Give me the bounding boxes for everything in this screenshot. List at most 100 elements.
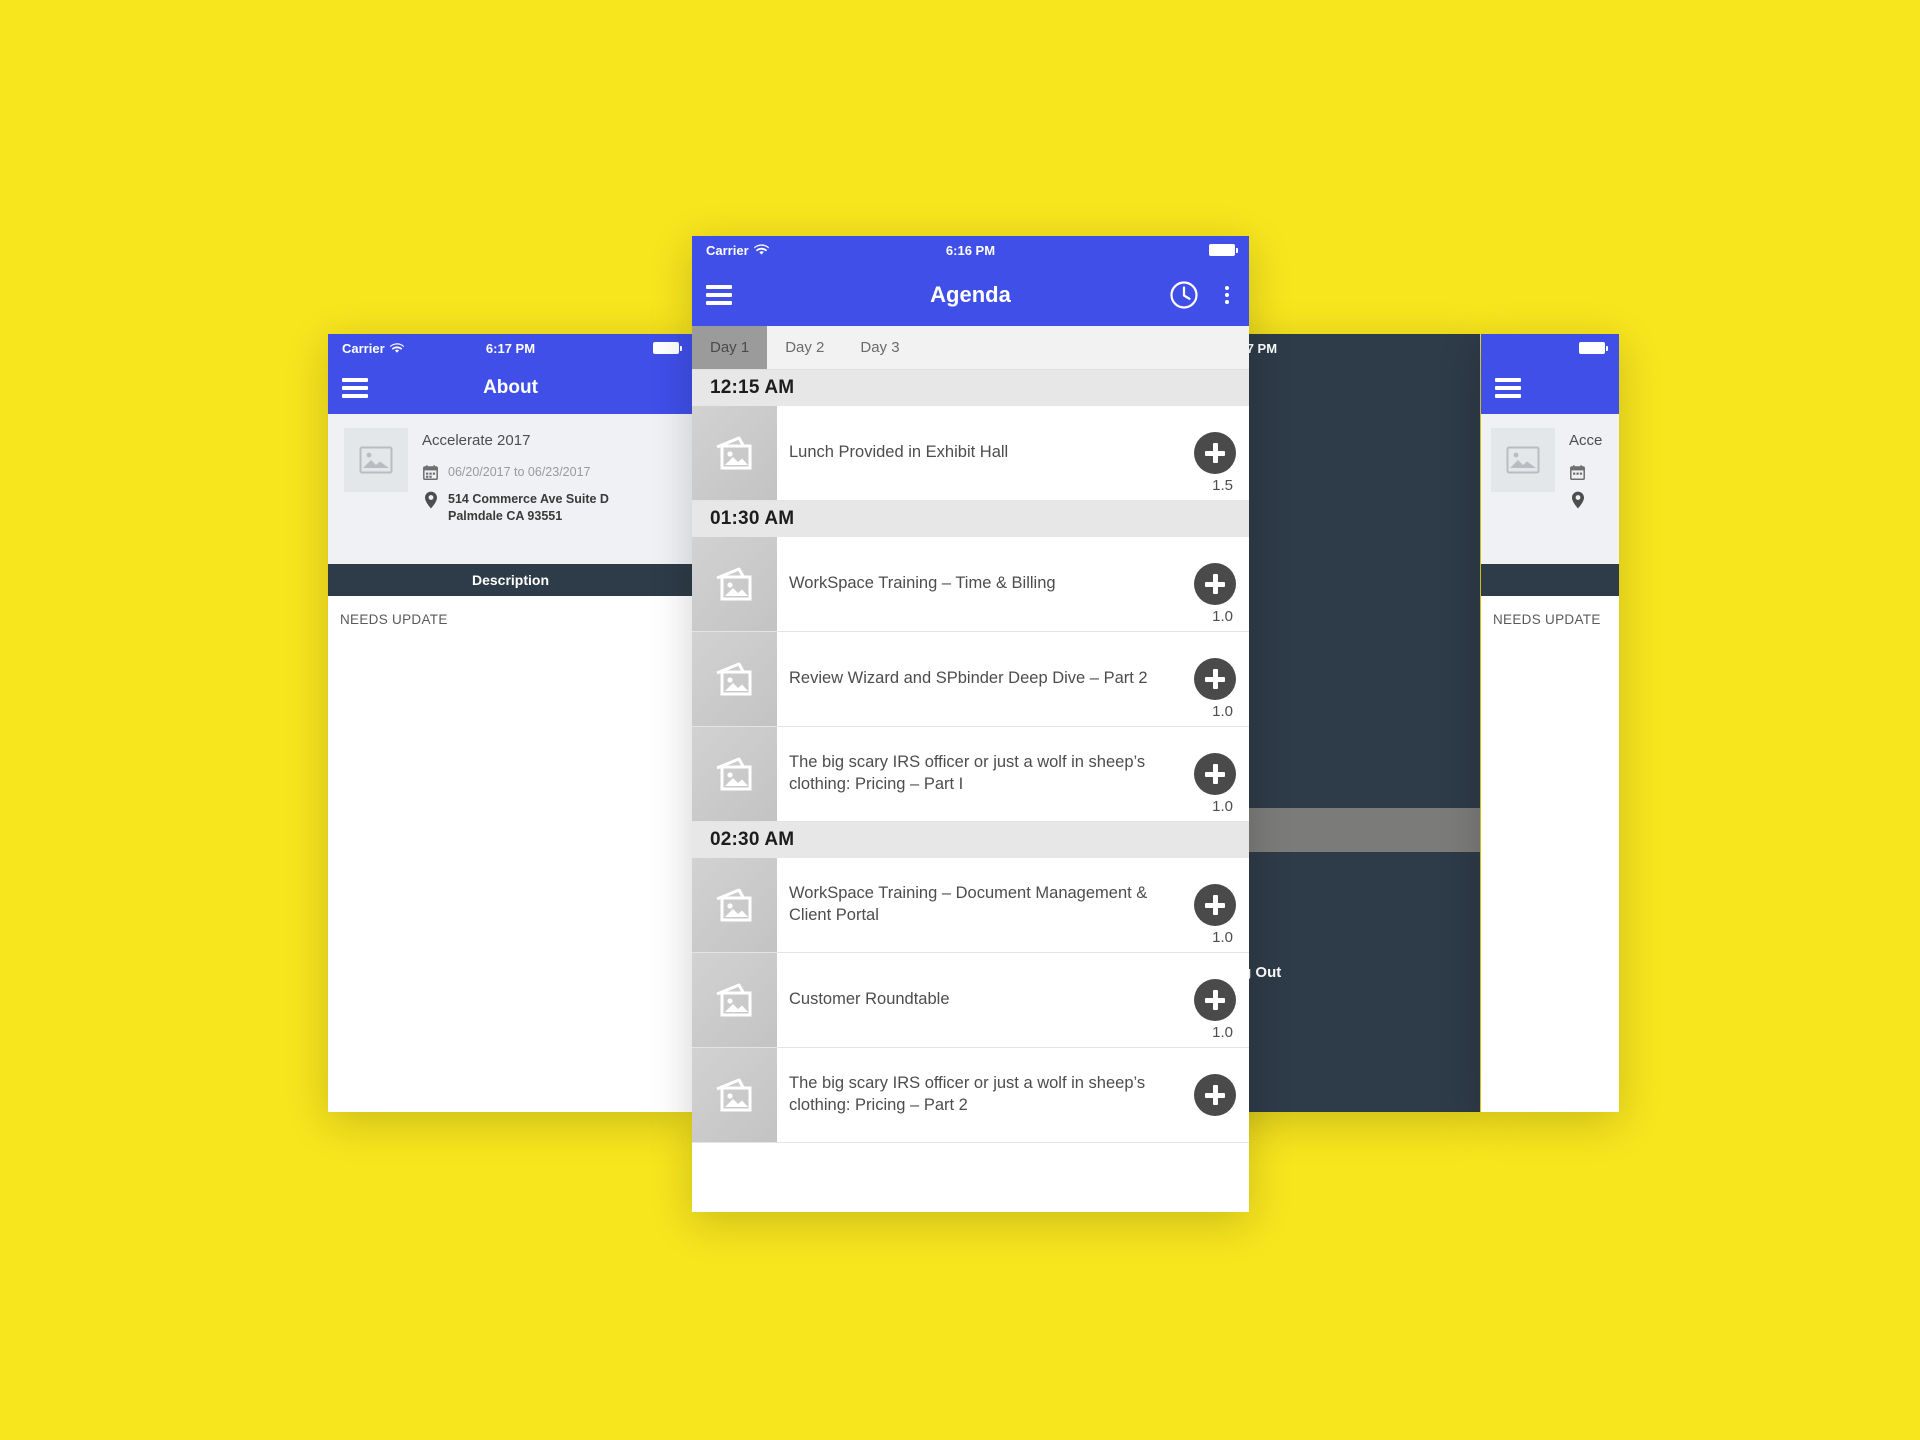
- about-statusbar: Carrier 6:17 PM: [328, 334, 693, 362]
- image-placeholder-icon: [1491, 428, 1555, 492]
- session-row[interactable]: WorkSpace Training – Time & Billing 1.0: [692, 537, 1249, 632]
- photos-placeholder-icon: [692, 632, 777, 726]
- right-description-body-text: NEEDS UPDATE: [1493, 612, 1601, 627]
- plus-icon[interactable]: [1194, 884, 1236, 926]
- agenda-panel: Carrier 6:16 PM Agenda Day 1 Day 2 Day 3…: [692, 236, 1249, 1212]
- session-duration: 1.0: [1212, 1024, 1233, 1041]
- session-duration: 1.0: [1212, 703, 1233, 720]
- photos-placeholder-icon: [692, 1048, 777, 1142]
- about-event-dates: 06/20/2017 to 06/23/2017: [448, 465, 591, 479]
- session-title: Review Wizard and SPbinder Deep Dive – P…: [789, 669, 1148, 688]
- session-row[interactable]: The big scary IRS officer or just a wolf…: [692, 727, 1249, 822]
- session-title: Customer Roundtable: [789, 990, 950, 1009]
- about-event-info: Accelerate 2017 06/20/2017 to 06/23/2017…: [422, 428, 677, 542]
- plus-icon[interactable]: [1194, 753, 1236, 795]
- session-title: Lunch Provided in Exhibit Hall: [789, 443, 1009, 462]
- wifi-icon: [389, 342, 404, 354]
- time-group-header: 02:30 AM: [692, 822, 1249, 858]
- tab-day-1[interactable]: Day 1: [692, 326, 768, 369]
- photos-placeholder-icon: [692, 537, 777, 631]
- session-body: Review Wizard and SPbinder Deep Dive – P…: [777, 632, 1249, 726]
- right-location-row: [1569, 491, 1603, 509]
- session-row[interactable]: Lunch Provided in Exhibit Hall 1.5: [692, 406, 1249, 501]
- day-tabs: Day 1 Day 2 Day 3: [692, 326, 1249, 370]
- about-event-name: Accelerate 2017: [422, 432, 531, 449]
- session-body: WorkSpace Training – Document Management…: [777, 858, 1249, 952]
- about-statusbar-right: [653, 342, 682, 354]
- photos-placeholder-icon: [692, 858, 777, 952]
- session-row[interactable]: Review Wizard and SPbinder Deep Dive – P…: [692, 632, 1249, 727]
- about-event-address: 514 Commerce Ave Suite D Palmdale CA 935…: [448, 491, 609, 525]
- right-event-name: Acce: [1569, 432, 1603, 449]
- kebab-menu-icon[interactable]: [1219, 284, 1235, 306]
- calendar-icon: [422, 465, 439, 480]
- session-duration: 1.0: [1212, 798, 1233, 815]
- description-section-header: Description: [328, 564, 693, 596]
- plus-icon[interactable]: [1194, 979, 1236, 1021]
- agenda-status-time: 6:16 PM: [945, 242, 996, 258]
- session-title: WorkSpace Training – Document Management…: [789, 884, 1148, 924]
- tab-day-2[interactable]: Day 2: [767, 326, 842, 369]
- session-body: The big scary IRS officer or just a wolf…: [777, 1048, 1249, 1142]
- session-duration: 1.5: [1212, 477, 1233, 494]
- map-pin-icon: [422, 491, 439, 509]
- session-body: The big scary IRS officer or just a wolf…: [777, 727, 1249, 821]
- session-title: The big scary IRS officer or just a wolf…: [789, 753, 1146, 793]
- session-duration: 1.0: [1212, 608, 1233, 625]
- session-row[interactable]: The big scary IRS officer or just a wolf…: [692, 1048, 1249, 1143]
- plus-icon[interactable]: [1194, 1074, 1236, 1116]
- session-title: The big scary IRS officer or just a wolf…: [789, 1074, 1146, 1114]
- wifi-icon: [753, 244, 769, 256]
- right-event-info: Acce: [1569, 428, 1603, 542]
- session-body: WorkSpace Training – Time & Billing 1.0: [777, 537, 1249, 631]
- agenda-nav-actions: [1169, 280, 1235, 310]
- plus-icon[interactable]: [1194, 563, 1236, 605]
- session-title: WorkSpace Training – Time & Billing: [789, 574, 1056, 593]
- tab-day-3[interactable]: Day 3: [842, 326, 917, 369]
- agenda-carrier-label: Carrier: [706, 242, 749, 258]
- hamburger-icon[interactable]: [342, 378, 368, 398]
- agenda-navbar: Agenda: [692, 264, 1249, 326]
- about-navbar: About: [328, 362, 693, 414]
- right-statusbar: [1481, 334, 1619, 362]
- battery-icon: [653, 342, 682, 354]
- clock-icon[interactable]: [1169, 280, 1199, 310]
- agenda-statusbar-right: [1209, 244, 1238, 256]
- battery-icon: [1209, 244, 1238, 256]
- plus-icon[interactable]: [1194, 432, 1236, 474]
- right-statusbar-right: [1579, 342, 1608, 354]
- about-address-line2: Palmdale CA 93551: [448, 508, 563, 523]
- session-row[interactable]: Customer Roundtable 1.0: [692, 953, 1249, 1048]
- about-location-row: 514 Commerce Ave Suite D Palmdale CA 935…: [422, 491, 677, 525]
- about-panel: Carrier 6:17 PM About Accelerate 2017 06…: [328, 334, 693, 1112]
- plus-icon[interactable]: [1194, 658, 1236, 700]
- page-title: About: [483, 377, 538, 398]
- right-navbar: [1481, 362, 1619, 414]
- about-panel-right-sliver: Acce NEEDS UPDATE: [1481, 334, 1619, 1112]
- about-event-card: Accelerate 2017 06/20/2017 to 06/23/2017…: [328, 414, 693, 564]
- time-group-header: 01:30 AM: [692, 501, 1249, 537]
- about-dates-row: 06/20/2017 to 06/23/2017: [422, 465, 677, 480]
- photos-placeholder-icon: [692, 727, 777, 821]
- photos-placeholder-icon: [692, 953, 777, 1047]
- page-title: Agenda: [930, 282, 1011, 307]
- time-group-header: 12:15 AM: [692, 370, 1249, 406]
- session-body: Lunch Provided in Exhibit Hall 1.5: [777, 406, 1249, 500]
- description-body-text: NEEDS UPDATE: [340, 612, 448, 627]
- map-pin-icon: [1569, 491, 1586, 509]
- session-duration: 1.0: [1212, 929, 1233, 946]
- agenda-statusbar: Carrier 6:16 PM: [692, 236, 1249, 264]
- right-description-section-header: [1481, 564, 1619, 596]
- photos-placeholder-icon: [692, 406, 777, 500]
- session-body: Customer Roundtable 1.0: [777, 953, 1249, 1047]
- agenda-carrier-group: Carrier: [706, 243, 769, 258]
- hamburger-icon[interactable]: [706, 285, 732, 305]
- about-carrier-label: Carrier: [342, 340, 385, 356]
- agenda-session-list: 12:15 AM Lunch Provided in Exhibit Hall …: [692, 370, 1249, 1143]
- hamburger-icon[interactable]: [1495, 378, 1521, 398]
- right-dates-row: [1569, 465, 1603, 480]
- about-carrier-group: Carrier: [342, 341, 404, 356]
- session-row[interactable]: WorkSpace Training – Document Management…: [692, 858, 1249, 953]
- image-placeholder-icon: [344, 428, 408, 492]
- about-address-line1: 514 Commerce Ave Suite D: [448, 492, 609, 506]
